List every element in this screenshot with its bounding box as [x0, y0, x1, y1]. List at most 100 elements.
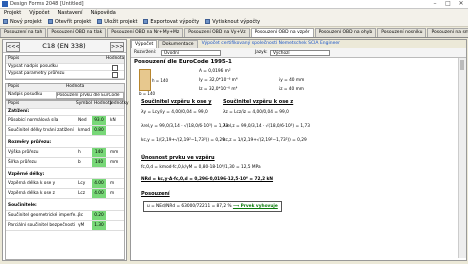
fc0d-formula: fc,0,d = kmod·fc,0,k/γM = 0,80·18·10⁶/1,… — [141, 165, 261, 170]
col-hodnota: Hodnota — [66, 84, 85, 89]
width-input[interactable]: 140 — [92, 157, 106, 167]
close-icon[interactable]: ✕ — [456, 0, 466, 7]
lambda-rel-y: λrel,y = 99,0/3,14 · √(18,0/6·10³) = 1,7… — [141, 124, 229, 129]
gammam-input[interactable]: 1.30 — [92, 220, 106, 230]
open-project-button[interactable]: Otevřít projekt — [47, 19, 91, 25]
option-label: Vypsat nadpis posudku — [8, 63, 58, 69]
language-label: Jazyk: — [255, 50, 268, 55]
prop-iy-radius: iy = 40 mm — [279, 78, 305, 83]
lambda-y: λy = Lcy/iy = 4,00/0,04 = 99,0 — [141, 110, 208, 115]
save-project-button[interactable]: Uložit projekt — [97, 19, 137, 25]
scrollbar-thumb[interactable] — [460, 60, 464, 70]
row-symbol: βc — [78, 212, 84, 218]
tab-nr-my-mz[interactable]: Posouzení OBD na Nr+My+Mz — [107, 28, 184, 37]
row-label: Vzpěrná délka k ose y — [8, 181, 56, 186]
row-unit: kN — [110, 118, 116, 123]
row-label: Vzpěrná délka k ose z — [8, 191, 55, 196]
output-filters: Rozvržení: Úvodní Jazyk: Výchozí — [131, 48, 466, 58]
export-button[interactable]: Exportovat výpočty — [143, 19, 199, 25]
params-checkbox[interactable] — [112, 72, 118, 78]
layout-label: Rozvržení: — [134, 50, 157, 55]
options-table: Popis Hodnota Vypsat nadpis posudku Vypsa… — [5, 55, 125, 80]
title-label: Nadpis posudku — [8, 91, 43, 97]
col-popis: Popis — [8, 56, 20, 61]
save-icon — [97, 19, 103, 24]
group-heading: Rozměry průřezu: — [8, 140, 52, 145]
tab-tah[interactable]: Posouzení na tah — [0, 28, 47, 37]
export-icon — [143, 19, 149, 24]
group-heading: Součinitele: — [8, 203, 37, 208]
check-result: ⟶ Prvek vyhovuje — [232, 204, 278, 209]
height-input[interactable]: 140 — [92, 147, 106, 157]
next-section-button[interactable]: >>> — [110, 42, 124, 52]
check-heading: Posouzení — [141, 191, 170, 197]
kc-y: kc,y = 1/(2,19+√(2,19²−1,73²)) = 0,29 — [141, 138, 225, 143]
tab-vy-vz[interactable]: Posouzení OBD na Vy+Vz — [184, 28, 250, 37]
params-table: Popis Hodnota Nadpis posudku Posouzení prv… — [5, 83, 125, 100]
tab-nosnik[interactable]: Posouzení nosníku — [377, 28, 427, 37]
check-box: u = NEd/NRd = 63000/72211 = 87,2 % ⟶ Prv… — [143, 201, 282, 212]
row-symbol: b — [78, 159, 81, 165]
prev-section-button[interactable]: <<< — [6, 42, 20, 52]
tab-vypocet[interactable]: Výpočet — [131, 40, 158, 48]
row-symbol: kmod — [78, 128, 91, 133]
document-scrollbar[interactable] — [458, 58, 466, 258]
dim-h: h = 140 — [152, 78, 169, 83]
toolbar: Nový projekt Otevřít projekt Uložit proj… — [0, 17, 468, 27]
option-label: Vypsat parametry průřezu — [8, 71, 65, 76]
col-hodnota: Hodnota — [106, 56, 125, 61]
tab-dokumentace[interactable]: Dokumentace — [158, 40, 198, 48]
title-input[interactable]: Posouzení prvku dle EurCode — [56, 91, 124, 99]
title-bar: Design Forms 2048 [Untitled] – □ ✕ — [0, 0, 468, 9]
col-symbol: Symbol — [76, 101, 93, 106]
utilization-formula: u = NEd/NRd = 63000/72211 = 87,2 % — [147, 204, 232, 209]
row-label: Výška průřezu — [8, 149, 39, 155]
row-unit: m — [110, 191, 115, 196]
main-tabs: Posouzení na tah Posouzení OBD na tlak P… — [0, 28, 468, 38]
row-symbol: γM — [78, 222, 85, 228]
print-button[interactable]: Vytisknout výpočty — [205, 19, 260, 25]
row-label: Působící normálová síla — [8, 118, 59, 123]
row-unit: mm — [110, 159, 119, 165]
menu-napoveda[interactable]: Nápověda — [91, 9, 116, 17]
section-name: C18 (EN 338) — [42, 42, 86, 50]
menu-bar: Projekt Výpočet Nastavení Nápověda — [0, 9, 468, 17]
lambda-rel-z: λrel,z = 99,0/3,14 · √(18,0/6·10³) = 1,7… — [223, 124, 310, 129]
betac-input[interactable]: 0.20 — [92, 210, 106, 220]
menu-nastaveni[interactable]: Nastavení — [58, 9, 83, 17]
menu-projekt[interactable]: Projekt — [4, 9, 21, 17]
strength-heading: Únosnost prvku ve vzpěru — [141, 155, 215, 161]
kmod-input[interactable]: 0.80 — [92, 126, 106, 135]
window-title: Design Forms 2048 [Untitled] — [10, 1, 84, 7]
row-unit: mm — [110, 149, 119, 155]
tab-tlak[interactable]: Posouzení OBD na tlak — [47, 28, 107, 37]
row-label: Šířka průřezu — [8, 159, 37, 165]
print-icon — [205, 19, 211, 24]
tab-ohyb[interactable]: Posouzení OBD na ohyb — [314, 28, 377, 37]
tab-smyk[interactable]: Posouzení na smyk — [427, 28, 468, 37]
title-checkbox[interactable] — [112, 64, 118, 71]
ned-input[interactable]: 93.0 — [92, 116, 106, 125]
col-unit: Jednotky — [110, 101, 129, 106]
row-unit: m — [110, 181, 115, 186]
lambda-z: λz = Lcz/iz = 4,00/0,04 = 99,0 — [223, 110, 289, 115]
menu-vypocet[interactable]: Výpočet — [29, 9, 49, 17]
section-nav: <<< C18 (EN 338) >>> — [3, 40, 126, 53]
tab-vzper[interactable]: Posouzení OBD na vzpěr — [250, 28, 314, 37]
lcy-input[interactable]: 4.00 — [92, 179, 106, 188]
maximize-icon[interactable]: □ — [443, 0, 453, 7]
group-heading: Zatížení: — [8, 108, 30, 114]
col-popis: Popis — [8, 84, 20, 89]
doc-title: Posouzení dle EuroCode 1995-1 — [134, 59, 232, 65]
lcz-input[interactable]: 4.00 — [92, 189, 106, 198]
row-label: Součinitel délky trvání zatížení — [8, 128, 74, 133]
prop-area: A = 0,0196 m² — [199, 69, 231, 74]
language-select[interactable]: Výchozí — [270, 49, 330, 56]
certification-link[interactable]: Výpočet certifikovaný společností Nemets… — [199, 40, 343, 48]
layout-select[interactable]: Úvodní — [161, 49, 221, 56]
output-panel: Výpočet Dokumentace Výpočet certifikovan… — [130, 39, 467, 261]
new-project-button[interactable]: Nový projekt — [3, 19, 42, 25]
input-panel: <<< C18 (EN 338) >>> Popis Hodnota Vypsat… — [2, 39, 129, 261]
minimize-icon[interactable]: – — [430, 0, 440, 7]
row-symbol: h — [78, 149, 81, 155]
